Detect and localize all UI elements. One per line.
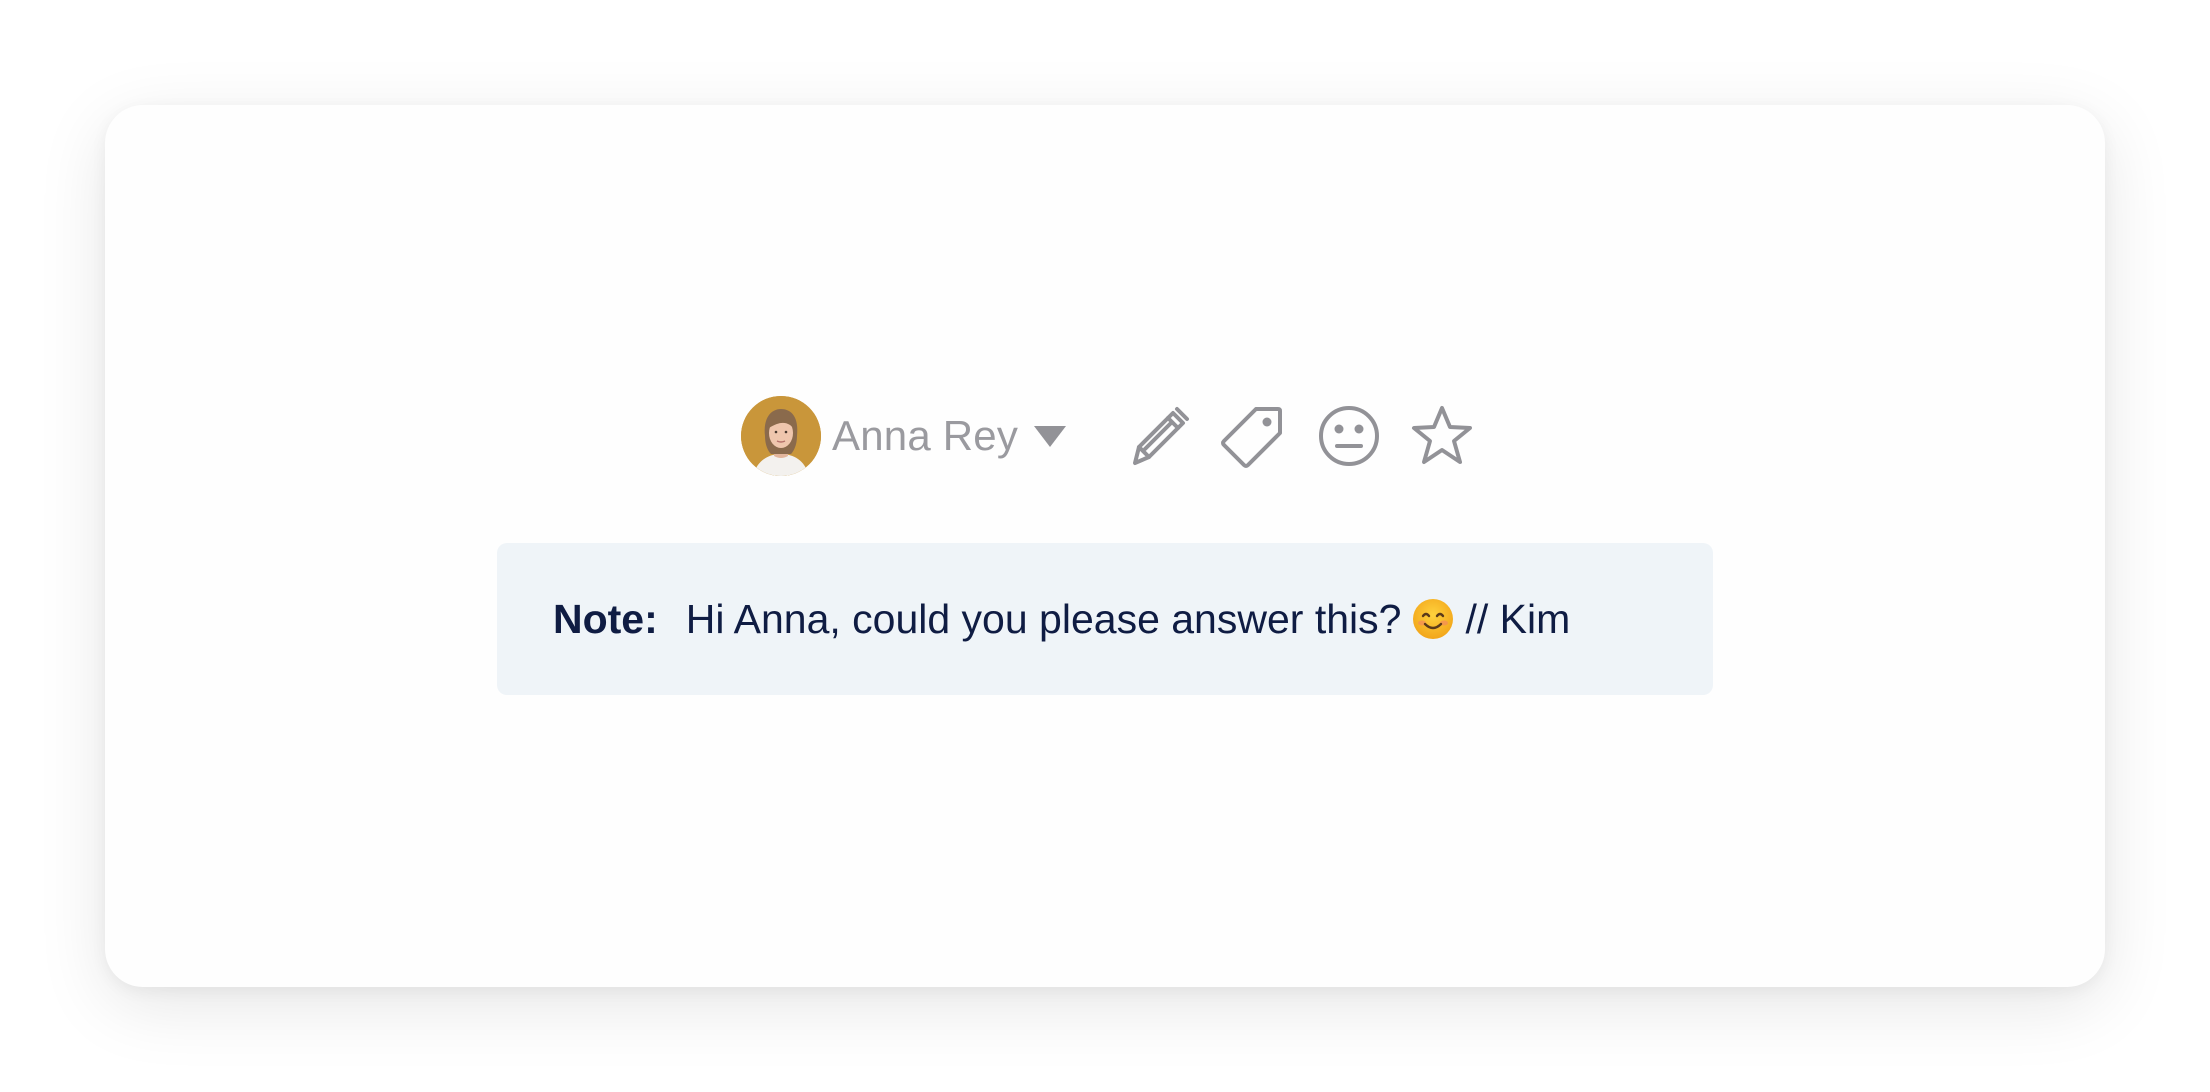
smiling-face-emoji bbox=[1411, 597, 1455, 641]
internal-note: Note: Hi Anna, could you please answer t… bbox=[497, 543, 1713, 695]
star-button[interactable] bbox=[1409, 403, 1475, 469]
assignee-dropdown[interactable]: Anna Rey bbox=[741, 396, 1067, 476]
edit-button[interactable] bbox=[1127, 403, 1193, 469]
tag-button[interactable] bbox=[1220, 403, 1286, 469]
avatar bbox=[741, 396, 821, 476]
pencil-icon bbox=[1127, 403, 1193, 469]
conversation-toolbar: Anna Rey bbox=[741, 395, 1475, 477]
chevron-down-icon bbox=[1034, 425, 1067, 447]
note-text-before-emoji: Hi Anna, could you please answer this? bbox=[685, 595, 1402, 642]
tag-icon bbox=[1220, 403, 1286, 469]
mood-button[interactable] bbox=[1316, 403, 1382, 469]
star-icon bbox=[1409, 403, 1475, 469]
neutral-face-icon bbox=[1316, 403, 1382, 469]
note-label: Note: bbox=[553, 595, 658, 642]
assignee-name: Anna Rey bbox=[832, 412, 1019, 459]
note-text-after-emoji: // Kim bbox=[1465, 595, 1571, 642]
note-message: Hi Anna, could you please answer this? /… bbox=[686, 596, 1570, 643]
